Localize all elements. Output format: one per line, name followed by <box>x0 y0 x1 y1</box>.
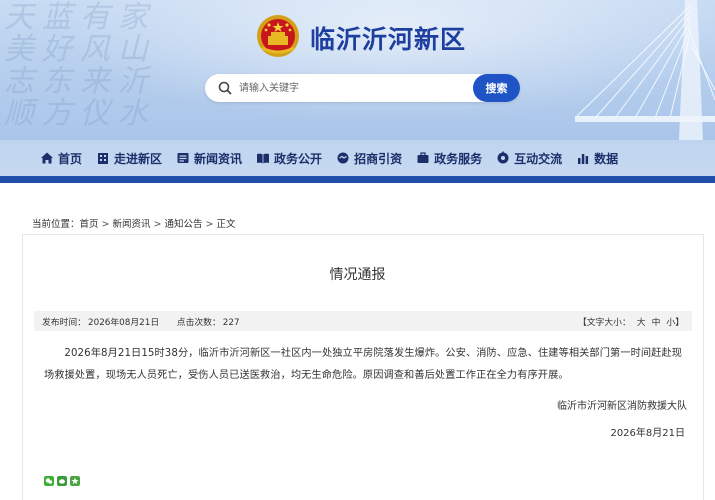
font-size-large-button[interactable]: 大 <box>637 318 646 328</box>
breadcrumb-item-current: 正文 <box>216 219 236 230</box>
calligraphy-watermark: 天蓝有家 美好风山 志东来沂 顺方仪水 <box>4 0 156 131</box>
breadcrumb-label: 当前位置： <box>32 219 80 230</box>
site-title: 临沂沂河新区 <box>310 25 467 54</box>
chat-icon <box>497 151 509 164</box>
main-nav: 首页 走进新区 新闻资讯 政务公开 招商引资 政务服务 互动交流 数据 <box>0 140 715 176</box>
clicks-count: 227 <box>222 318 240 328</box>
breadcrumb: 当前位置：首页 > 新闻资讯 > 通知公告 > 正文 <box>32 216 235 230</box>
nav-item-interaction[interactable]: 互动交流 <box>496 150 562 167</box>
book-icon <box>257 153 270 164</box>
search-input[interactable] <box>239 78 439 98</box>
home-icon <box>41 152 53 164</box>
nav-item-about[interactable]: 走进新区 <box>96 150 162 167</box>
bar-chart-icon <box>578 154 589 164</box>
article-signature-org: 临沂市沂河新区消防救援大队 <box>557 401 687 412</box>
breadcrumb-item-notices[interactable]: 通知公告 <box>164 219 202 230</box>
nav-label: 新闻资讯 <box>194 151 243 166</box>
nav-label: 走进新区 <box>114 151 163 166</box>
publish-date: 2026年08月21日 <box>88 318 160 328</box>
clicks-label: 点击次数： <box>176 318 221 328</box>
nav-label: 首页 <box>58 151 83 166</box>
nav-label: 数据 <box>594 151 619 166</box>
article-body: 2026年8月21日15时38分，临沂市沂河新区一社区内一处独立平房院落发生爆炸… <box>44 348 683 381</box>
nav-label: 政务服务 <box>434 151 483 166</box>
font-size-medium-button[interactable]: 中 <box>652 318 661 328</box>
font-size-label: 【文字大小： <box>577 318 631 328</box>
article-signature-date: 2026年8月21日 <box>610 428 685 439</box>
font-size-close: 】 <box>675 318 684 328</box>
nav-item-services[interactable]: 政务服务 <box>416 150 482 167</box>
breadcrumb-separator: > <box>153 219 162 230</box>
article-meta-bar: 发布时间： 2026年08月21日 点击次数： 227 【文字大小： 大中小】 <box>34 311 692 331</box>
wechat-share-icon[interactable] <box>44 476 54 486</box>
breadcrumb-item-news[interactable]: 新闻资讯 <box>113 219 151 230</box>
breadcrumb-separator: > <box>101 219 110 230</box>
bridge-illustration <box>575 0 715 140</box>
nav-label: 政务公开 <box>274 151 323 166</box>
qzone-share-icon[interactable] <box>70 476 80 486</box>
share-bar <box>44 476 83 486</box>
national-emblem-icon <box>257 15 299 57</box>
nav-item-investment[interactable]: 招商引资 <box>336 150 402 167</box>
font-size-control: 【文字大小： 大中小】 <box>578 315 684 328</box>
breadcrumb-item-home[interactable]: 首页 <box>80 219 99 230</box>
building-icon <box>98 153 109 164</box>
search-button[interactable]: 搜索 <box>473 74 520 102</box>
article-title: 情况通报 <box>329 267 386 283</box>
handshake-icon <box>337 152 349 164</box>
search-bar: 搜索 <box>205 74 520 102</box>
nav-item-news[interactable]: 新闻资讯 <box>176 150 242 167</box>
search-icon <box>218 81 232 95</box>
article-meta-info: 发布时间： 2026年08月21日 点击次数： 227 <box>42 315 242 328</box>
header-banner: 天蓝有家 美好风山 志东来沂 顺方仪水 临沂沂河新区 请输入关键字 搜索 <box>0 0 715 140</box>
font-size-small-button[interactable]: 小 <box>666 318 675 328</box>
publish-label: 发布时间： <box>42 318 86 328</box>
nav-item-home[interactable]: 首页 <box>40 150 82 167</box>
briefcase-icon <box>417 152 429 163</box>
weibo-share-icon[interactable] <box>57 476 67 486</box>
news-icon <box>177 153 189 163</box>
nav-divider-bar <box>0 176 715 183</box>
nav-item-data[interactable]: 数据 <box>576 150 618 167</box>
nav-label: 互动交流 <box>514 151 563 166</box>
nav-label: 招商引资 <box>354 151 403 166</box>
nav-item-gov-open[interactable]: 政务公开 <box>256 150 322 167</box>
breadcrumb-separator: > <box>205 219 214 230</box>
